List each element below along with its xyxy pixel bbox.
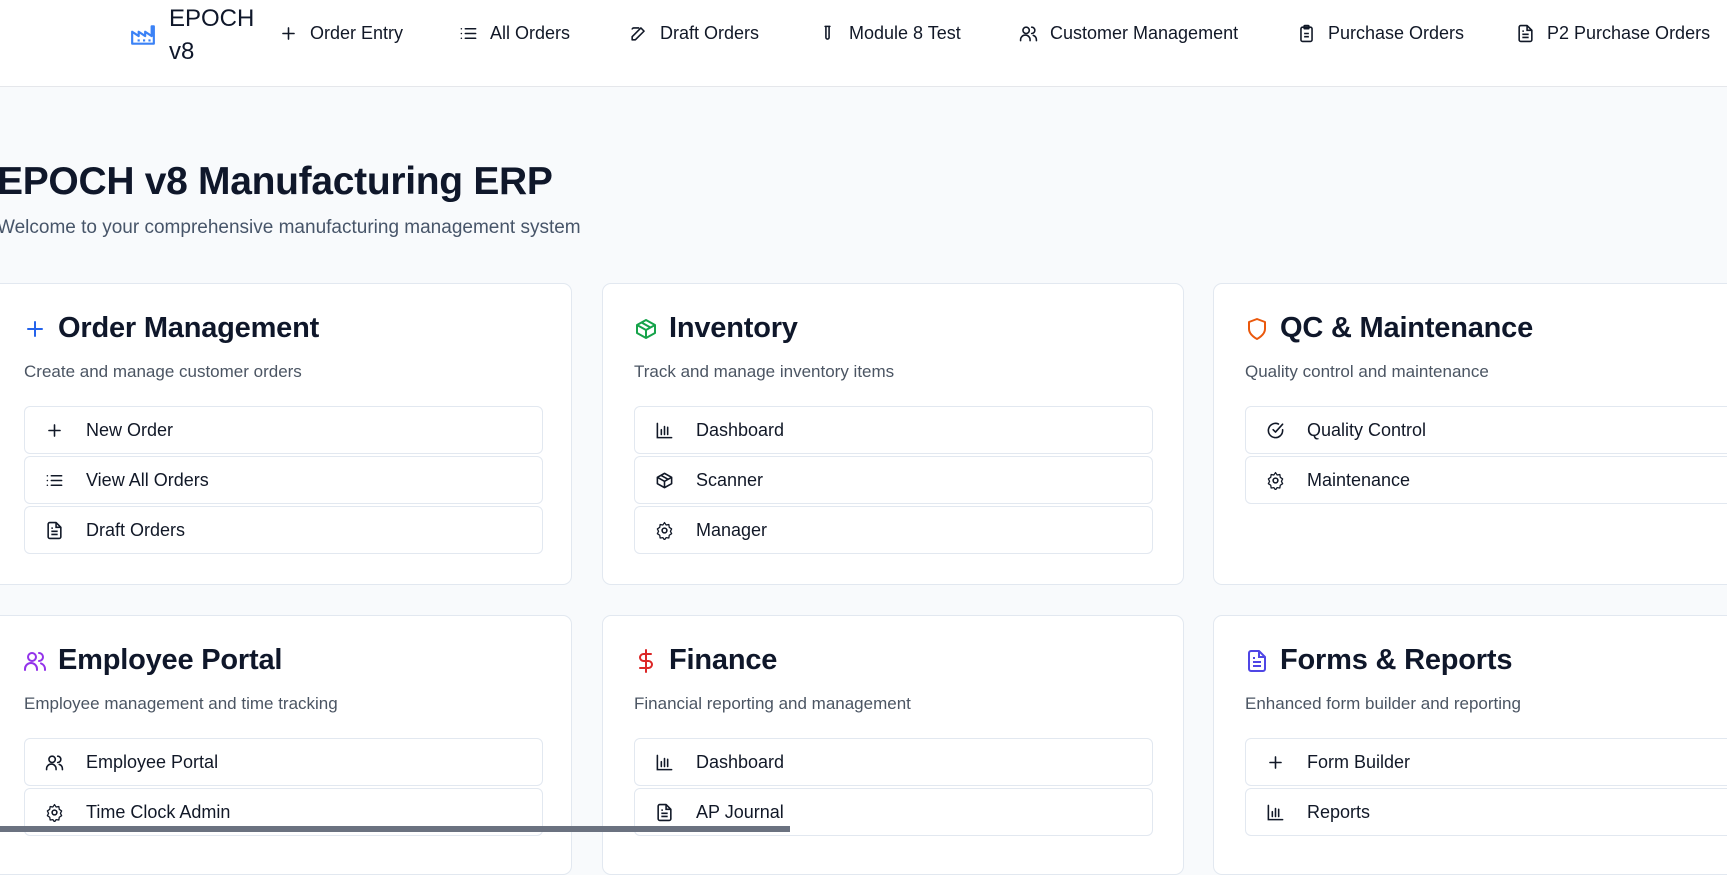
- quality-control-button[interactable]: Quality Control: [1245, 406, 1727, 454]
- card-title: Finance: [669, 644, 778, 676]
- button-label: New Order: [86, 419, 174, 440]
- form-builder-button[interactable]: Form Builder: [1245, 738, 1727, 786]
- card-title: QC & Maintenance: [1280, 312, 1534, 344]
- card-qc-maintenance: QC & Maintenance Quality control and mai…: [1213, 283, 1727, 585]
- button-label: Employee Portal: [86, 751, 219, 772]
- new-order-button[interactable]: New Order: [24, 406, 543, 454]
- card-finance: Finance Financial reporting and manageme…: [602, 615, 1184, 875]
- card-inventory: Inventory Track and manage inventory ite…: [602, 283, 1184, 585]
- plus-icon: [23, 317, 47, 341]
- nav-label: All Orders: [490, 22, 571, 43]
- card-forms-reports: Forms & Reports Enhanced form builder an…: [1213, 615, 1727, 875]
- gear-icon: [45, 803, 64, 822]
- nav-purchase-orders[interactable]: Purchase Orders: [1297, 16, 1464, 50]
- plus-icon: [1266, 753, 1285, 772]
- file-text-icon: [45, 521, 64, 540]
- list-icon: [45, 471, 64, 490]
- dollar-icon: [634, 649, 658, 673]
- inventory-dashboard-button[interactable]: Dashboard: [634, 406, 1153, 454]
- nav-p2-purchase-orders[interactable]: P2 Purchase Orders: [1516, 16, 1710, 50]
- card-title: Employee Portal: [58, 644, 283, 676]
- button-label: Time Clock Admin: [86, 801, 231, 822]
- horizontal-scrollbar[interactable]: [0, 826, 790, 832]
- nav-label: P2 Purchase Orders: [1547, 22, 1711, 43]
- card-description: Quality control and maintenance: [1245, 362, 1489, 381]
- card-title: Forms & Reports: [1280, 644, 1513, 676]
- button-label: Manager: [696, 519, 768, 540]
- button-label: View All Orders: [86, 469, 209, 490]
- manager-button[interactable]: Manager: [634, 506, 1153, 554]
- maintenance-button[interactable]: Maintenance: [1245, 456, 1727, 504]
- card-description: Employee management and time tracking: [24, 694, 338, 713]
- factory-icon: [130, 22, 156, 48]
- page-title: EPOCH v8 Manufacturing ERP: [0, 160, 553, 203]
- package-icon: [634, 317, 658, 341]
- brand-name: EPOCH v8: [169, 5, 255, 65]
- gear-icon: [1266, 471, 1285, 490]
- employee-portal-button[interactable]: Employee Portal: [24, 738, 543, 786]
- nav-all-orders[interactable]: All Orders: [459, 16, 570, 50]
- button-label: Dashboard: [696, 751, 785, 772]
- nav-label: Customer Management: [1050, 22, 1239, 43]
- scanner-button[interactable]: Scanner: [634, 456, 1153, 504]
- plus-icon: [45, 421, 64, 440]
- file-text-icon: [1245, 649, 1269, 673]
- bar-chart-icon: [1266, 803, 1285, 822]
- top-navigation: EPOCH v8 Order Entry All Orders Draft Or…: [0, 0, 1727, 87]
- button-label: AP Journal: [696, 801, 784, 822]
- button-label: Maintenance: [1307, 469, 1411, 490]
- draft-orders-button[interactable]: Draft Orders: [24, 506, 543, 554]
- nav-order-entry[interactable]: Order Entry: [279, 16, 403, 50]
- edit-icon: [629, 24, 648, 43]
- reports-button[interactable]: Reports: [1245, 788, 1727, 836]
- card-employee-portal: Employee Portal Employee management and …: [0, 615, 572, 875]
- file-text-icon: [655, 803, 674, 822]
- plus-icon: [279, 24, 298, 43]
- view-all-orders-button[interactable]: View All Orders: [24, 456, 543, 504]
- bar-chart-icon: [655, 753, 674, 772]
- card-order-management: Order Management Create and manage custo…: [0, 283, 572, 585]
- clipboard-icon: [1297, 24, 1316, 43]
- nav-module-8-test[interactable]: Module 8 Test: [818, 16, 961, 50]
- file-text-icon: [1516, 24, 1535, 43]
- button-label: Reports: [1307, 801, 1371, 822]
- card-title: Inventory: [669, 312, 798, 344]
- users-icon: [23, 649, 47, 673]
- card-description: Create and manage customer orders: [24, 362, 302, 381]
- card-description: Track and manage inventory items: [634, 362, 895, 381]
- button-label: Form Builder: [1307, 751, 1411, 772]
- gear-icon: [655, 521, 674, 540]
- card-description: Enhanced form builder and reporting: [1245, 694, 1521, 713]
- bar-chart-icon: [655, 421, 674, 440]
- package-icon: [655, 471, 674, 490]
- nav-draft-orders[interactable]: Draft Orders: [629, 16, 759, 50]
- check-circle-icon: [1266, 421, 1285, 440]
- page-subtitle: Welcome to your comprehensive manufactur…: [0, 217, 581, 238]
- test-tube-icon: [818, 24, 837, 43]
- nav-label: Module 8 Test: [849, 22, 961, 43]
- button-label: Quality Control: [1307, 419, 1427, 440]
- nav-label: Draft Orders: [660, 22, 760, 43]
- nav-label: Purchase Orders: [1328, 22, 1465, 43]
- button-label: Draft Orders: [86, 519, 186, 540]
- button-label: Dashboard: [696, 419, 785, 440]
- users-icon: [1019, 24, 1038, 43]
- button-label: Scanner: [696, 469, 764, 490]
- shield-icon: [1245, 317, 1269, 341]
- finance-dashboard-button[interactable]: Dashboard: [634, 738, 1153, 786]
- nav-label: Order Entry: [310, 22, 404, 43]
- card-description: Financial reporting and management: [634, 694, 911, 713]
- list-icon: [459, 24, 478, 43]
- card-title: Order Management: [58, 312, 320, 344]
- users-icon: [45, 753, 64, 772]
- brand[interactable]: EPOCH v8: [130, 0, 259, 70]
- nav-customer-management[interactable]: Customer Management: [1019, 16, 1238, 50]
